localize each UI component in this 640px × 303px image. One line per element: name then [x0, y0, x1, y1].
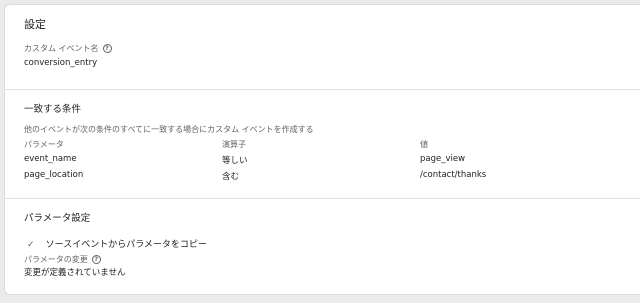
copy-params-row[interactable]: ✓ ソースイベントからパラメータをコピー [27, 232, 207, 251]
condition-row-2-param: page_location [24, 170, 84, 180]
param-changes-label: パラメータの変更 [24, 255, 88, 264]
divider [5, 89, 640, 90]
conditions-title: 一致する条件 [24, 104, 82, 115]
help-icon[interactable]: ? [102, 44, 112, 53]
condition-row-2-operator: 含む [222, 172, 240, 182]
help-icon[interactable]: ? [91, 255, 101, 264]
check-icon: ✓ [27, 240, 35, 250]
settings-card: 設定 カスタム イベント名? conversion_entry 一致する条件 他… [4, 4, 640, 295]
condition-row-1-operator: 等しい [222, 156, 248, 166]
custom-event-name-label: カスタム イベント名 [24, 44, 99, 53]
custom-event-name-label-row: カスタム イベント名? [24, 43, 112, 54]
custom-event-name-value: conversion_entry [24, 58, 98, 68]
copy-params-label: ソースイベントからパラメータをコピー [45, 240, 207, 250]
param-column-header: パラメータ [24, 140, 64, 149]
value-column-header: 値 [420, 140, 428, 149]
operator-column-header: 演算子 [222, 140, 246, 149]
conditions-description: 他のイベントが次の条件のすべてに一致する場合にカスタム イベントを作成する [24, 125, 314, 134]
settings-title: 設定 [24, 18, 46, 31]
condition-row-2-value: /contact/thanks [420, 170, 487, 180]
param-changes-label-row: パラメータの変更? [24, 254, 101, 265]
param-changes-value: 変更が定義されていません [24, 268, 126, 278]
param-settings-title: パラメータ設定 [24, 213, 91, 224]
condition-row-1-param: event_name [24, 154, 77, 164]
condition-row-1-value: page_view [420, 154, 466, 164]
divider [5, 198, 640, 199]
